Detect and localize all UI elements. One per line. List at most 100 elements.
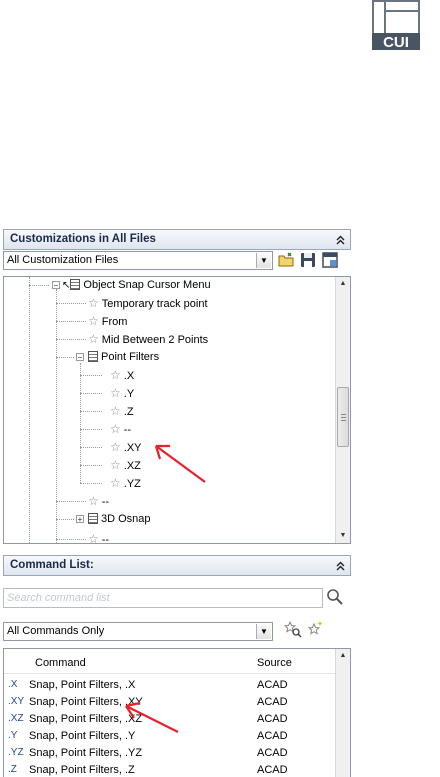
tree-node-separator[interactable]: ☆ -- bbox=[88, 531, 110, 544]
tree-node-point-filters[interactable]: Point Filters bbox=[88, 349, 159, 366]
customization-files-dropdown[interactable]: All Customization Files ▼ bbox=[3, 251, 273, 270]
scroll-up-icon[interactable]: ▲ bbox=[336, 277, 350, 291]
customizations-title: Customizations in All Files bbox=[10, 233, 156, 245]
point-filter-icon: .YZ bbox=[8, 747, 24, 758]
tree-node-label: .Y bbox=[123, 388, 135, 400]
chevron-down-icon: ▼ bbox=[256, 253, 271, 268]
star-icon: ☆ bbox=[88, 332, 99, 346]
source-cell: ACAD bbox=[257, 730, 288, 742]
collapse-point-filters-icon[interactable]: − bbox=[76, 353, 84, 362]
point-filter-icon: .X bbox=[8, 679, 18, 690]
point-filter-icon: .XZ bbox=[8, 713, 24, 724]
customization-tree: − − + ↖ Object Snap Cursor Menu ☆ Temporar… bbox=[3, 276, 351, 544]
command-cell: Snap, Point Filters, .YZ bbox=[29, 747, 143, 759]
tree-node-3d-osnap[interactable]: 3D Osnap bbox=[88, 511, 151, 528]
source-cell: ACAD bbox=[257, 696, 288, 708]
command-list-panel-header: Command List: bbox=[3, 555, 351, 576]
tree-node-separator[interactable]: ☆ -- bbox=[88, 493, 109, 510]
source-cell: ACAD bbox=[257, 747, 288, 759]
tree-node-mid-between-2-points[interactable]: ☆ Mid Between 2 Points bbox=[88, 331, 208, 348]
tree-node-label: Temporary track point bbox=[101, 298, 208, 310]
command-filter-dropdown[interactable]: All Commands Only ▼ bbox=[3, 622, 273, 641]
table-row[interactable]: .X Snap, Point Filters, .X ACAD bbox=[4, 677, 337, 693]
command-cell: Snap, Point Filters, .XZ bbox=[29, 713, 143, 725]
expand-3d-osnap-icon[interactable]: + bbox=[76, 515, 84, 524]
tree-node-label: -- bbox=[123, 424, 132, 436]
table-row[interactable]: .XY Snap, Point Filters, .XY ACAD bbox=[4, 694, 337, 710]
star-icon: ☆ bbox=[110, 458, 121, 472]
tree-node-yz[interactable]: ☆ .YZ bbox=[110, 475, 141, 492]
star-icon: ☆ bbox=[110, 404, 121, 418]
column-header-source[interactable]: Source bbox=[257, 657, 292, 669]
tree-node-separator[interactable]: ☆ -- bbox=[110, 421, 131, 438]
scroll-down-icon[interactable]: ▼ bbox=[336, 529, 350, 543]
point-filter-icon: .Z bbox=[8, 764, 17, 775]
collapse-object-snap-menu-icon[interactable]: − bbox=[52, 281, 60, 290]
source-cell: ACAD bbox=[257, 713, 288, 725]
point-filter-icon: .Y bbox=[8, 730, 18, 741]
star-icon: ☆ bbox=[110, 440, 121, 454]
tree-node-x[interactable]: ☆ .X bbox=[110, 367, 134, 384]
tree-node-xz[interactable]: ☆ .XZ bbox=[110, 457, 141, 474]
star-icon: ☆ bbox=[110, 422, 121, 436]
command-cell: Snap, Point Filters, .XY bbox=[29, 696, 143, 708]
table-row[interactable]: .Z Snap, Point Filters, .Z ACAD bbox=[4, 762, 337, 777]
svg-text:CUI: CUI bbox=[383, 34, 409, 50]
table-row[interactable]: .Y Snap, Point Filters, .Y ACAD bbox=[4, 728, 337, 744]
customization-files-value: All Customization Files bbox=[7, 254, 119, 266]
cui-icon: CUI bbox=[372, 0, 420, 50]
scroll-up-icon[interactable]: ▲ bbox=[336, 649, 350, 663]
star-icon: ☆ bbox=[88, 494, 99, 508]
menu-icon bbox=[70, 279, 81, 290]
cursor-icon: ↖ bbox=[62, 280, 71, 291]
open-file-icon[interactable] bbox=[277, 251, 295, 269]
command-search-input[interactable]: Search command list bbox=[3, 588, 323, 608]
save-icon[interactable] bbox=[299, 251, 317, 269]
command-list-scrollbar[interactable]: ▲ bbox=[335, 649, 350, 777]
collapse-command-list-icon[interactable] bbox=[336, 556, 345, 577]
source-cell: ACAD bbox=[257, 764, 288, 776]
command-list-header-row: Command Source bbox=[4, 649, 337, 674]
menu-icon bbox=[88, 351, 98, 362]
tree-node-label: .X bbox=[123, 370, 135, 382]
command-cell: Snap, Point Filters, .Z bbox=[29, 764, 135, 776]
tree-node-z[interactable]: ☆ .Z bbox=[110, 403, 134, 420]
command-cell: Snap, Point Filters, .X bbox=[29, 679, 136, 691]
tree-scrollbar[interactable]: ▲ ▼ bbox=[335, 277, 350, 543]
tree-node-label: -- bbox=[101, 496, 110, 508]
star-icon: ☆ bbox=[88, 532, 99, 544]
menu-icon bbox=[88, 513, 98, 524]
search-icon[interactable] bbox=[326, 588, 344, 606]
collapse-customizations-icon[interactable] bbox=[336, 230, 345, 251]
tree-node-label: 3D Osnap bbox=[101, 513, 151, 525]
star-icon: ☆ bbox=[110, 368, 121, 382]
tree-node-temporary-track-point[interactable]: ☆ Temporary track point bbox=[88, 295, 208, 312]
command-list-table: Command Source .X Snap, Point Filters, .… bbox=[3, 648, 351, 777]
tree-node-label: .XY bbox=[123, 442, 142, 454]
tree-node-object-snap-cursor-menu[interactable]: ↖ Object Snap Cursor Menu bbox=[62, 277, 211, 294]
tree-node-label: -- bbox=[101, 534, 110, 544]
tree-node-label: Mid Between 2 Points bbox=[101, 334, 209, 346]
column-header-command[interactable]: Command bbox=[35, 657, 86, 669]
command-list-title: Command List: bbox=[10, 559, 94, 571]
tree-node-label: .XZ bbox=[123, 460, 141, 472]
chevron-down-icon: ▼ bbox=[256, 624, 271, 639]
tree-node-label: .Z bbox=[123, 406, 134, 418]
new-command-icon[interactable] bbox=[306, 620, 324, 638]
star-icon: ☆ bbox=[110, 386, 121, 400]
tree-node-label: Object Snap Cursor Menu bbox=[83, 279, 211, 291]
command-filter-value: All Commands Only bbox=[7, 625, 105, 637]
star-icon: ☆ bbox=[110, 476, 121, 490]
command-cell: Snap, Point Filters, .Y bbox=[29, 730, 136, 742]
point-filter-icon: .XY bbox=[8, 696, 25, 707]
tree-node-label: .YZ bbox=[123, 478, 141, 490]
load-partial-icon[interactable] bbox=[321, 251, 339, 269]
tree-node-xy[interactable]: ☆ .XY bbox=[110, 439, 142, 456]
tree-node-from[interactable]: ☆ From bbox=[88, 313, 127, 330]
star-icon: ☆ bbox=[88, 296, 99, 310]
find-command-icon[interactable] bbox=[284, 620, 302, 638]
tree-scroll-thumb[interactable] bbox=[337, 387, 349, 447]
table-row[interactable]: .XZ Snap, Point Filters, .XZ ACAD bbox=[4, 711, 337, 727]
table-row[interactable]: .YZ Snap, Point Filters, .YZ ACAD bbox=[4, 745, 337, 761]
tree-node-y[interactable]: ☆ .Y bbox=[110, 385, 134, 402]
